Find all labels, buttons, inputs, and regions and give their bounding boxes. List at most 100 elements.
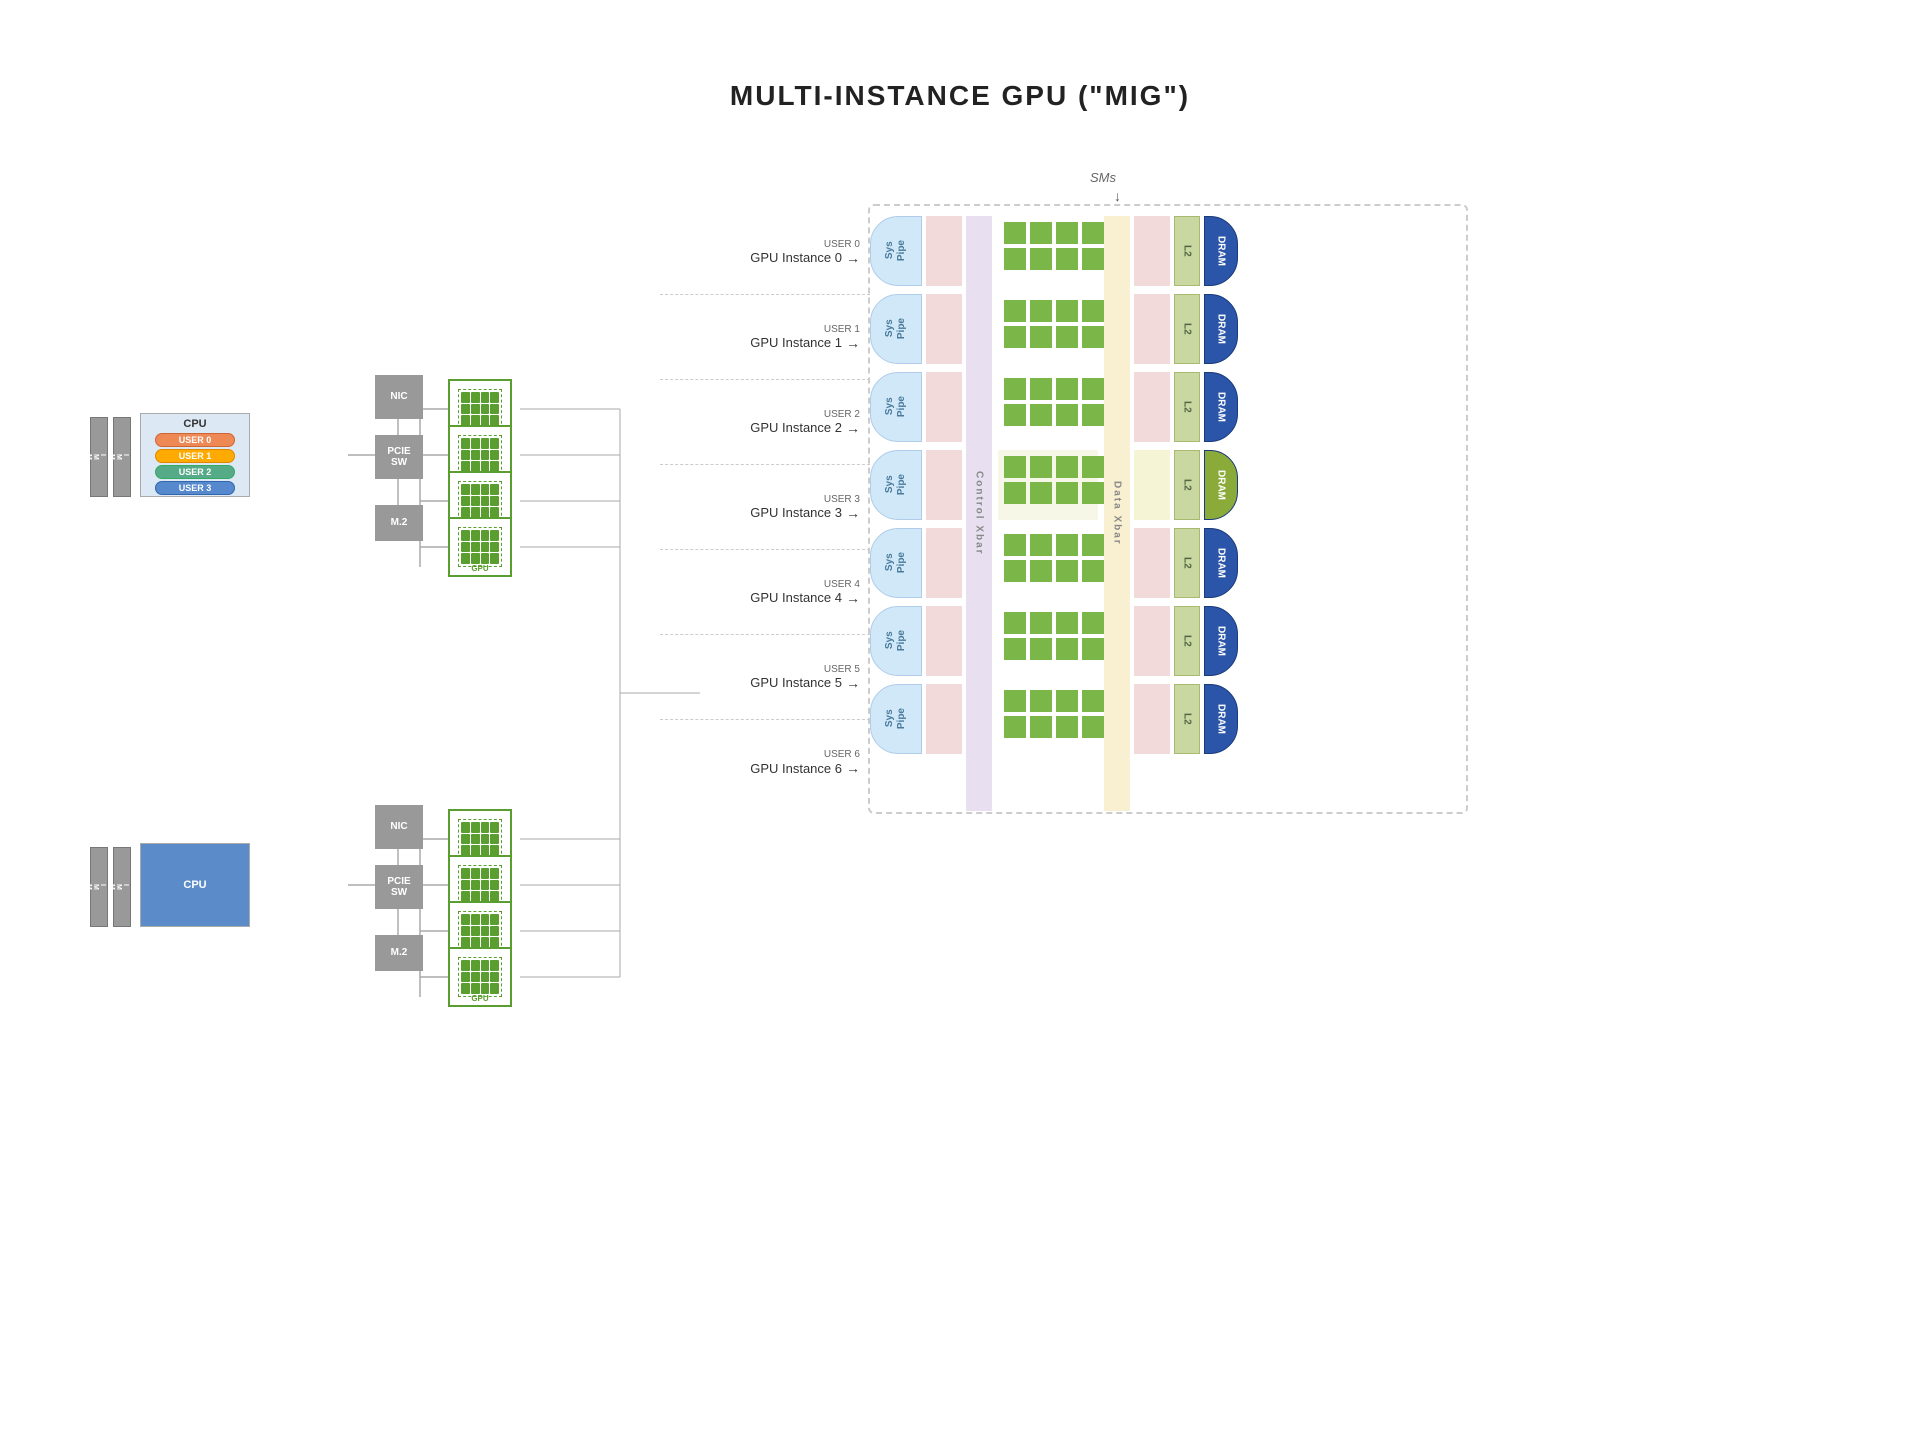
gpu2-3: GPU xyxy=(448,947,512,1007)
sm-col xyxy=(992,210,1104,811)
cpu2-box: CPU xyxy=(140,843,250,927)
user-badge-1: USER 1 xyxy=(155,449,235,463)
pink-r-1 xyxy=(1134,294,1170,364)
page-title: MULTI-INSTANCE GPU ("MIG") xyxy=(0,0,1920,112)
sm-grid-1 xyxy=(998,294,1098,364)
m2-1-box: M.2 xyxy=(375,505,423,541)
system1-dimm-group: DIMM DIMM xyxy=(90,417,131,497)
nic2-box: NIC xyxy=(375,805,423,849)
user-badge-3: USER 3 xyxy=(155,481,235,495)
user-label-4: USER 4 xyxy=(824,579,860,590)
dram-0: DRAM xyxy=(1204,216,1238,286)
instance-label-1: GPU Instance 1 xyxy=(750,335,842,350)
sys-pipe-6: SysPipe xyxy=(870,684,922,754)
user-label-0: USER 0 xyxy=(824,239,860,250)
sys-pipe-2: SysPipe xyxy=(870,372,922,442)
user-label-2: USER 2 xyxy=(824,409,860,420)
pcie2-box: PCIESW xyxy=(375,865,423,909)
sys-pipe-0: SysPipe xyxy=(870,216,922,286)
pink-r-0 xyxy=(1134,216,1170,286)
data-xbar-col: Data Xbar xyxy=(1104,216,1130,811)
dimm-3: DIMM xyxy=(90,847,108,927)
sms-label: SMs xyxy=(1090,170,1116,185)
dimm-2: DIMM xyxy=(113,417,131,497)
l2-4: L2 xyxy=(1174,528,1200,598)
system2-dimm-group: DIMM DIMM xyxy=(90,847,131,927)
sys-pipe-1: SysPipe xyxy=(870,294,922,364)
arrow-6: → xyxy=(846,760,860,776)
pink-r-3 xyxy=(1134,450,1170,520)
dram-5: DRAM xyxy=(1204,606,1238,676)
user-label-3: USER 3 xyxy=(824,494,860,505)
user-badge-2: USER 2 xyxy=(155,465,235,479)
l2-2: L2 xyxy=(1174,372,1200,442)
dram-3: DRAM xyxy=(1204,450,1238,520)
dram-col: DRAM DRAM DRAM DRAM DRAM DRAM DRAM xyxy=(1204,210,1238,811)
l2-col: L2 L2 L2 L2 L2 L2 L2 xyxy=(1174,210,1200,811)
arrow-5: → xyxy=(846,675,860,691)
pink-r-5 xyxy=(1134,606,1170,676)
instance-row-3: USER 3 GPU Instance 3 → xyxy=(660,465,870,550)
pink-l-1 xyxy=(926,294,962,364)
arrow-1: → xyxy=(846,335,860,351)
instance-row-0: USER 0 GPU Instance 0 → xyxy=(660,210,870,295)
pink-left-col xyxy=(922,210,966,811)
instance-label-2: GPU Instance 2 xyxy=(750,420,842,435)
sm-grid-2 xyxy=(998,372,1098,442)
m2-2-box: M.2 xyxy=(375,935,423,971)
user-badge-0: USER 0 xyxy=(155,433,235,447)
sm-grid-4 xyxy=(998,528,1098,598)
pink-r-4 xyxy=(1134,528,1170,598)
dram-2: DRAM xyxy=(1204,372,1238,442)
gpu-instances-block: USER 0 GPU Instance 0 → USER 1 GPU Insta… xyxy=(660,210,1238,811)
pink-right-col xyxy=(1130,210,1174,811)
instance-label-0: GPU Instance 0 xyxy=(750,250,842,265)
instance-row-6: USER 6 GPU Instance 6 → xyxy=(660,720,870,805)
pink-l-6 xyxy=(926,684,962,754)
dram-1: DRAM xyxy=(1204,294,1238,364)
arrow-0: → xyxy=(846,250,860,266)
nic1-box: NIC xyxy=(375,375,423,419)
l2-6: L2 xyxy=(1174,684,1200,754)
cpu1-box: CPU USER 0 USER 1 USER 2 USER 3 xyxy=(140,413,250,497)
cpu1-label: CPU xyxy=(183,418,206,430)
left-diagram-area: DIMM DIMM CPU USER 0 USER 1 USER 2 USER … xyxy=(80,160,640,1360)
sm-grid-3 xyxy=(998,450,1098,520)
instance-label-5: GPU Instance 5 xyxy=(750,675,842,690)
instance-label-4: GPU Instance 4 xyxy=(750,590,842,605)
sms-arrow-down: ↓ xyxy=(1114,188,1121,204)
instance-label-3: GPU Instance 3 xyxy=(750,505,842,520)
gpu1-3: GPU xyxy=(448,517,512,577)
instance-row-2: USER 2 GPU Instance 2 → xyxy=(660,380,870,465)
instance-row-5: USER 5 GPU Instance 5 → xyxy=(660,635,870,720)
l2-5: L2 xyxy=(1174,606,1200,676)
sm-grid-6 xyxy=(998,684,1098,754)
sys-pipe-5: SysPipe xyxy=(870,606,922,676)
instance-row-4: USER 4 GPU Instance 4 → xyxy=(660,550,870,635)
user-label-1: USER 1 xyxy=(824,324,860,335)
arrow-4: → xyxy=(846,590,860,606)
instance-label-6: GPU Instance 6 xyxy=(750,761,842,776)
user-label-6: USER 6 xyxy=(824,749,860,760)
pink-l-2 xyxy=(926,372,962,442)
dimm-1: DIMM xyxy=(90,417,108,497)
pcie1-box: PCIESW xyxy=(375,435,423,479)
pink-r-6 xyxy=(1134,684,1170,754)
pink-l-0 xyxy=(926,216,962,286)
arrow-2: → xyxy=(846,420,860,436)
dram-6: DRAM xyxy=(1204,684,1238,754)
dimm-4: DIMM xyxy=(113,847,131,927)
pink-l-5 xyxy=(926,606,962,676)
instance-labels-col: USER 0 GPU Instance 0 → USER 1 GPU Insta… xyxy=(660,210,870,811)
right-diagram-area: SMs ↓ USER 0 GPU Instance 0 → USER 1 GPU… xyxy=(660,160,1840,1360)
dram-4: DRAM xyxy=(1204,528,1238,598)
user-label-5: USER 5 xyxy=(824,664,860,675)
arrow-3: → xyxy=(846,505,860,521)
sys-pipe-3: SysPipe xyxy=(870,450,922,520)
sm-grid-5 xyxy=(998,606,1098,676)
sys-pipe-col: SysPipe SysPipe SysPipe SysPipe SysPipe … xyxy=(870,210,922,811)
l2-3: L2 xyxy=(1174,450,1200,520)
l2-1: L2 xyxy=(1174,294,1200,364)
pink-r-2 xyxy=(1134,372,1170,442)
sys-pipe-4: SysPipe xyxy=(870,528,922,598)
